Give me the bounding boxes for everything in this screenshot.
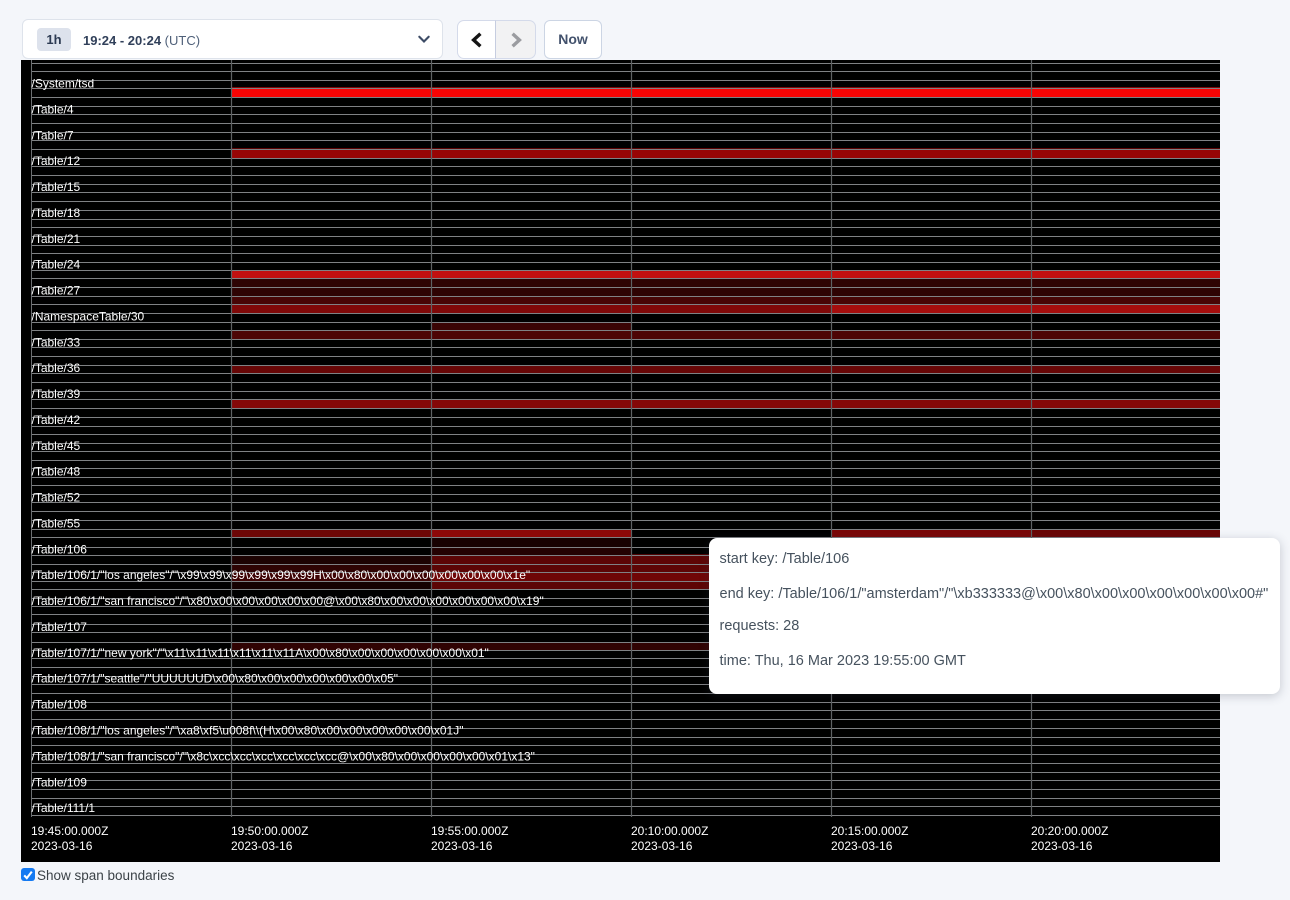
svg-text:2023-03-16: 2023-03-16 [431,839,493,853]
svg-text:/Table/107/1/"seattle"/"UUUUUU: /Table/107/1/"seattle"/"UUUUUUD\x00\x80\… [32,672,399,686]
svg-text:19:55:00.000Z: 19:55:00.000Z [431,824,508,838]
svg-text:/Table/4: /Table/4 [32,102,74,116]
svg-text:20:20:00.000Z: 20:20:00.000Z [1031,824,1108,838]
svg-text:/Table/106: /Table/106 [32,542,88,556]
svg-text:/Table/109: /Table/109 [32,775,88,789]
svg-text:20:10:00.000Z: 20:10:00.000Z [631,824,708,838]
svg-text:20:15:00.000Z: 20:15:00.000Z [831,824,908,838]
svg-text:/Table/111/1: /Table/111/1 [32,801,96,815]
svg-text:/Table/21: /Table/21 [32,232,81,246]
svg-text:2023-03-16: 2023-03-16 [231,839,293,853]
svg-text:/Table/55: /Table/55 [32,517,81,531]
svg-text:/Table/107: /Table/107 [32,620,88,634]
svg-text:/Table/18: /Table/18 [32,206,81,220]
svg-text:/Table/45: /Table/45 [32,439,81,453]
svg-text:19:45:00.000Z: 19:45:00.000Z [31,824,108,838]
svg-text:/Table/42: /Table/42 [32,413,81,427]
svg-text:/System/tsd: /System/tsd [32,77,95,91]
svg-text:/Table/107/1/"new york"/"\x11\: /Table/107/1/"new york"/"\x11\x11\x11\x1… [32,646,489,660]
svg-text:/Table/39: /Table/39 [32,387,81,401]
svg-text:/Table/106/1/"los angeles"/"\x: /Table/106/1/"los angeles"/"\x99\x99\x99… [32,568,531,582]
svg-text:/Table/108/1/"san francisco"/": /Table/108/1/"san francisco"/"\x8c\xcc\x… [32,749,535,763]
svg-text:/Table/108/1/"los angeles"/"\x: /Table/108/1/"los angeles"/"\xa8\xf5\u00… [32,724,464,738]
svg-text:/Table/27: /Table/27 [32,284,81,298]
svg-text:/Table/108: /Table/108 [32,698,88,712]
svg-text:2023-03-16: 2023-03-16 [31,839,93,853]
svg-text:/Table/7: /Table/7 [32,128,74,142]
svg-text:2023-03-16: 2023-03-16 [631,839,693,853]
svg-text:/Table/52: /Table/52 [32,491,81,505]
svg-text:/Table/48: /Table/48 [32,465,81,479]
svg-text:2023-03-16: 2023-03-16 [1031,839,1093,853]
svg-text:/Table/15: /Table/15 [32,180,81,194]
svg-text:/Table/36: /Table/36 [32,361,81,375]
svg-text:/NamespaceTable/30: /NamespaceTable/30 [32,309,145,323]
svg-text:/Table/24: /Table/24 [32,258,81,272]
svg-text:19:50:00.000Z: 19:50:00.000Z [231,824,308,838]
svg-text:/Table/33: /Table/33 [32,335,81,349]
svg-text:/Table/12: /Table/12 [32,154,81,168]
svg-text:2023-03-16: 2023-03-16 [831,839,893,853]
svg-text:/Table/106/1/"san francisco"/": /Table/106/1/"san francisco"/"\x80\x00\x… [32,594,544,608]
